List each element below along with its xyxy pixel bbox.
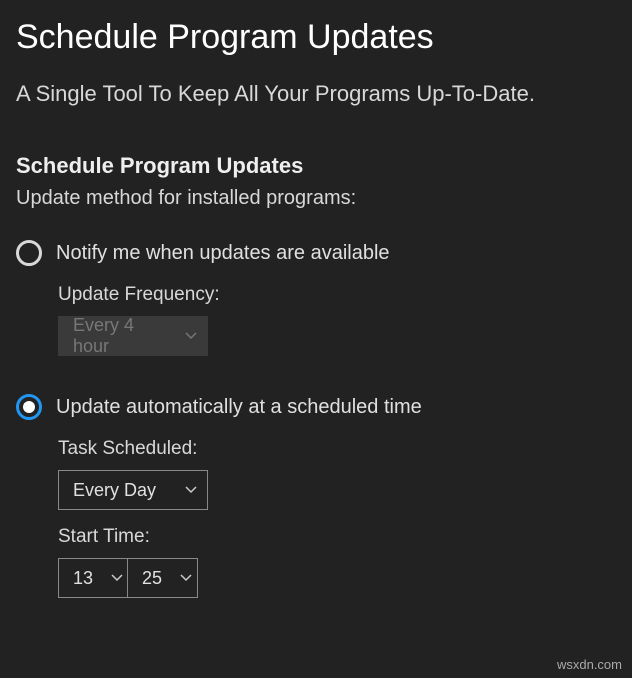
update-frequency-label: Update Frequency: bbox=[58, 284, 616, 306]
chevron-down-icon bbox=[180, 574, 192, 582]
start-time-hour-value: 13 bbox=[73, 568, 93, 589]
page-title: Schedule Program Updates bbox=[16, 18, 616, 57]
start-time-row: 13 25 bbox=[58, 558, 616, 598]
chevron-down-icon bbox=[111, 574, 123, 582]
task-scheduled-label: Task Scheduled: bbox=[58, 438, 616, 460]
chevron-down-icon bbox=[185, 332, 197, 340]
start-time-minute-select[interactable]: 25 bbox=[128, 558, 198, 598]
page-subtitle: A Single Tool To Keep All Your Programs … bbox=[16, 81, 616, 107]
section-heading: Schedule Program Updates bbox=[16, 153, 616, 179]
radio-scheduled-label: Update automatically at a scheduled time bbox=[56, 396, 422, 419]
radio-notify-label: Notify me when updates are available bbox=[56, 242, 390, 265]
radio-row-notify[interactable]: Notify me when updates are available bbox=[16, 240, 616, 266]
start-time-hour-select[interactable]: 13 bbox=[58, 558, 128, 598]
chevron-down-icon bbox=[185, 486, 197, 494]
update-frequency-value: Every 4 hour bbox=[73, 315, 167, 357]
start-time-label: Start Time: bbox=[58, 526, 616, 548]
radio-row-scheduled[interactable]: Update automatically at a scheduled time bbox=[16, 394, 616, 420]
watermark: wsxdn.com bbox=[557, 657, 622, 672]
radio-notify[interactable] bbox=[16, 240, 42, 266]
start-time-minute-value: 25 bbox=[142, 568, 162, 589]
update-frequency-select: Every 4 hour bbox=[58, 316, 208, 356]
notify-sub-block: Update Frequency: Every 4 hour bbox=[16, 284, 616, 356]
radio-scheduled[interactable] bbox=[16, 394, 42, 420]
task-scheduled-select[interactable]: Every Day bbox=[58, 470, 208, 510]
update-method-label: Update method for installed programs: bbox=[16, 187, 616, 210]
scheduled-sub-block: Task Scheduled: Every Day Start Time: 13… bbox=[16, 438, 616, 598]
task-scheduled-value: Every Day bbox=[73, 480, 156, 501]
